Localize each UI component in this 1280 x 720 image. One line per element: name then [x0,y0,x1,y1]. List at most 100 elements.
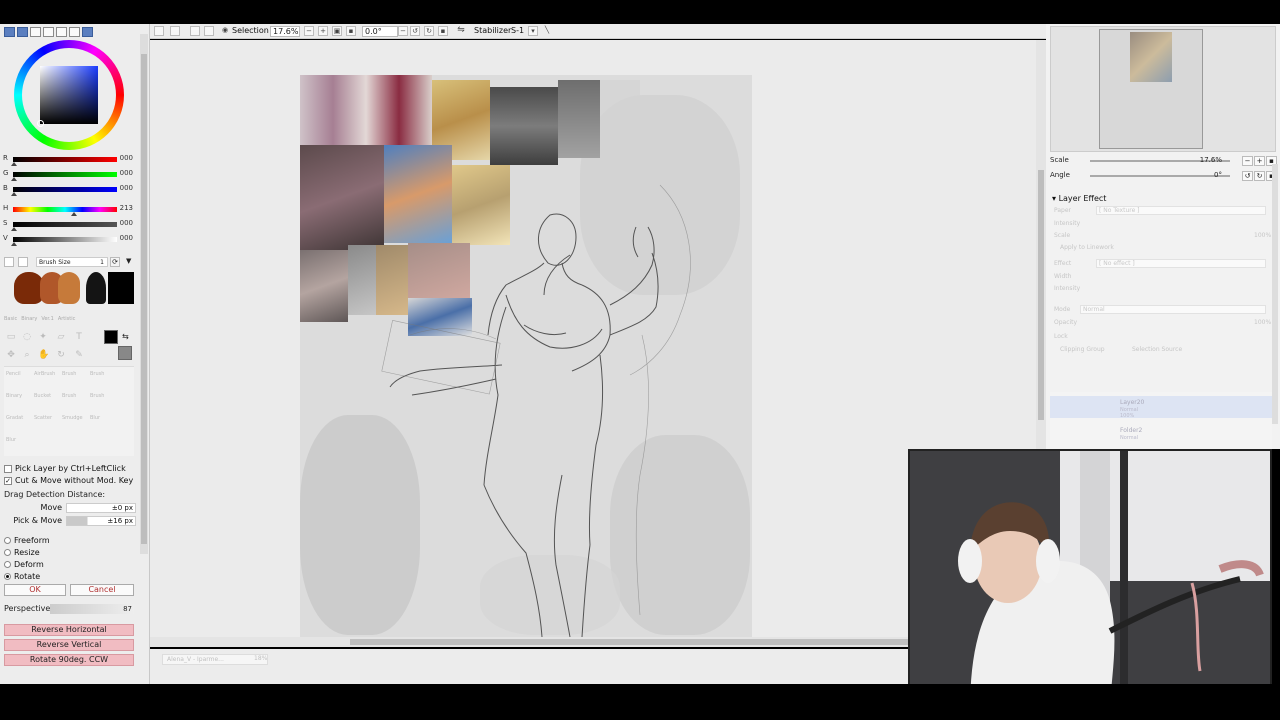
slider-g-bar[interactable] [13,172,117,177]
brush-tool-scatter[interactable]: Scatter [34,415,56,421]
perspective-slider[interactable]: 87 [50,604,134,614]
slider-v-value[interactable]: 000 [120,234,133,242]
zoom-fit-icon[interactable]: ▣ [332,26,342,36]
pick-layer-checkbox[interactable] [4,464,12,473]
eyedropper-tool-icon[interactable]: ✎ [74,350,84,360]
zoom-in-icon[interactable]: + [318,26,328,36]
zoom-out-icon[interactable]: − [304,26,314,36]
rotate-tool-icon[interactable]: ↻ [56,350,66,360]
clipping-group-label[interactable]: Clipping Group [1060,346,1105,353]
background-color-swatch[interactable] [118,346,132,360]
text-tool-icon[interactable]: T [74,332,84,342]
slider-v-bar[interactable] [13,237,117,242]
slider-s-bar[interactable] [13,222,117,227]
cut-move-checkbox[interactable]: ✓ [4,476,12,485]
hsv-slider-tab[interactable] [30,27,41,37]
tool-tab-binary[interactable]: Binary [21,316,37,322]
slider-r-value[interactable]: 000 [120,154,133,162]
left-panel-scrollbar[interactable] [140,34,148,554]
slider-g-value[interactable]: 000 [120,169,133,177]
settings-tab[interactable] [82,27,93,37]
slider-s-thumb[interactable] [11,227,17,231]
layer-effect-header[interactable]: ▾ Layer Effect [1052,194,1106,203]
select-all-icon[interactable] [154,26,164,36]
slider-b[interactable]: B 000 [3,184,135,196]
slider-r-thumb[interactable] [11,162,17,166]
slider-v[interactable]: V 000 [3,234,135,246]
navigator-rotate-right-icon[interactable]: ↻ [1254,171,1265,181]
rotate-ccw-button[interactable]: Rotate 90deg. CCW [4,654,134,666]
canvas-area[interactable] [150,40,1036,642]
mode-resize-row[interactable]: Resize [4,548,40,557]
eye-icon[interactable]: ◉ [220,26,230,36]
slider-s-value[interactable]: 000 [120,219,133,227]
brush-tool-smudge[interactable]: Smudge [62,415,84,421]
document-canvas[interactable] [300,75,752,637]
mode-rotate-radio[interactable] [4,573,11,580]
stabilizer-value[interactable]: S-1 [511,26,524,35]
pick-move-distance-field[interactable]: ±16 px [66,516,136,526]
navigator-zoom-out-icon[interactable]: − [1242,156,1253,166]
blend-mode-select[interactable]: Normal [1080,305,1266,314]
navigator-viewport[interactable] [1099,29,1203,149]
stabilizer-dropdown-icon[interactable]: ▾ [528,26,538,36]
layer-row[interactable]: Layer20 Normal 100% [1050,396,1272,419]
zoom-tool-icon[interactable]: ⌕ [22,350,32,360]
move-distance-field[interactable]: ±0 px [66,503,136,513]
mode-rotate-row[interactable]: Rotate [4,572,40,581]
document-tab[interactable]: Alena_V - Iparme... [162,654,268,665]
slider-r-bar[interactable] [13,157,117,162]
mode-deform-row[interactable]: Deform [4,560,44,569]
reverse-vertical-button[interactable]: Reverse Vertical [4,639,134,651]
cut-move-checkbox-row[interactable]: ✓ Cut & Move without Mod. Key [4,476,133,485]
navigator-view[interactable] [1050,26,1276,152]
apply-linework-label[interactable]: Apply to Linework [1060,244,1114,251]
navigator-zoom-in-icon[interactable]: + [1254,156,1265,166]
invert-selection-icon[interactable] [190,26,200,36]
swap-colors-icon[interactable]: ⇆ [122,332,129,341]
move-tool-icon[interactable]: ✥ [6,350,16,360]
rotate-right-icon[interactable]: ↻ [424,26,434,36]
paper-texture-select[interactable]: [ No Texture ] [1096,206,1266,215]
canvas-horizontal-scroll-thumb[interactable] [350,639,910,645]
angle-field[interactable]: 0.0° [362,26,398,37]
brush-tool-airbrush[interactable]: AirBrush [34,371,56,377]
brush-preview-strip[interactable] [14,272,134,306]
pick-layer-checkbox-row[interactable]: Pick Layer by Ctrl+LeftClick [4,464,126,473]
zoom-reset-icon[interactable]: ▪ [346,26,356,36]
flip-icon[interactable]: ⇋ [456,26,466,36]
mode-resize-radio[interactable] [4,549,11,556]
tool-tab-artistic[interactable]: Artistic [58,316,76,322]
canvas-horizontal-scrollbar[interactable] [150,637,1036,647]
lasso-icon[interactable]: ◌ [22,332,32,342]
line-icon[interactable]: ╲ [542,26,552,36]
brush-preview-swatch[interactable] [58,272,80,304]
brush-size-lock-icon[interactable] [18,257,28,267]
cancel-button[interactable]: Cancel [70,584,134,596]
refresh-icon[interactable]: ⟳ [110,257,120,267]
slider-g-thumb[interactable] [11,177,17,181]
slider-r[interactable]: R 000 [3,154,135,166]
brush-size-field[interactable]: Brush Size 1 [36,257,108,267]
chevron-down-icon[interactable]: ▼ [126,257,131,265]
slider-b-bar[interactable] [13,187,117,192]
rotate-left-icon[interactable]: ↺ [410,26,420,36]
mixer-tab[interactable] [56,27,67,37]
select-rect-icon[interactable]: ▭ [6,332,16,342]
brush-tool-binary[interactable]: Binary [6,393,28,399]
slider-h-bar[interactable] [13,207,117,212]
angle-reset-icon[interactable]: − [398,26,408,36]
swatch-tab[interactable] [43,27,54,37]
eraser-tool-icon[interactable]: ▱ [56,332,66,342]
slider-b-thumb[interactable] [11,192,17,196]
slider-h-thumb[interactable] [71,212,77,216]
tool-tab-ver1[interactable]: Ver.1 [41,316,53,322]
ok-button[interactable]: OK [4,584,66,596]
brush-size-preset-icon[interactable] [4,257,14,267]
brush-tool-blur[interactable]: Blur [90,415,112,421]
navigator-angle-slider[interactable] [1090,175,1230,177]
slider-h-value[interactable]: 213 [120,204,133,212]
rgb-slider-tab[interactable] [17,27,28,37]
brush-preview-swatch[interactable] [86,272,106,304]
tool-tab-basic[interactable]: Basic [4,316,17,322]
